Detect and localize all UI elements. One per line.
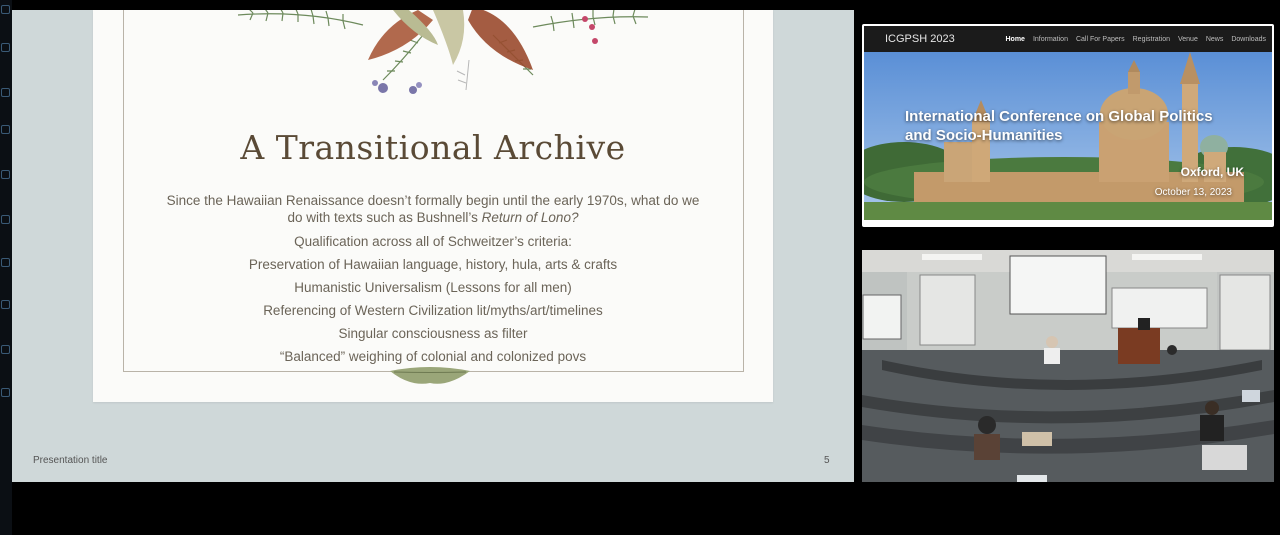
toolbar-icon[interactable] — [1, 170, 10, 179]
toolbar-icon[interactable] — [1, 88, 10, 97]
intro-line-1: Since the Hawaiian Renaissance doesn’t f… — [166, 193, 700, 208]
website-navbar: ICGPSH 2023 Home Information Call For Pa… — [864, 26, 1272, 52]
hero-title: International Conference on Global Polit… — [905, 108, 1213, 144]
conference-website-panel: ICGPSH 2023 Home Information Call For Pa… — [862, 24, 1274, 227]
slide-point: “Balanced” weighing of colonial and colo… — [279, 349, 587, 364]
nav-call-for-papers[interactable]: Call For Papers — [1076, 36, 1125, 43]
nav-venue[interactable]: Venue — [1178, 36, 1198, 43]
toolbar-icon[interactable] — [1, 215, 10, 224]
slide-page-number: 5 — [824, 455, 830, 466]
website-logo[interactable]: ICGPSH 2023 — [885, 33, 955, 45]
slide-footer-title: Presentation title — [33, 455, 108, 466]
slide-point: Referencing of Western Civilization lit/… — [263, 303, 603, 318]
floral-decoration-image — [237, 10, 649, 94]
intro-line-2: do with texts such as Bushnell’s — [287, 210, 482, 225]
toolbar-icon[interactable] — [1, 43, 10, 52]
nav-news[interactable]: News — [1206, 36, 1224, 43]
toolbar-icon[interactable] — [1, 125, 10, 134]
toolbar-icon[interactable] — [1, 5, 10, 14]
slide-point: Preservation of Hawaiian language, histo… — [248, 257, 618, 272]
slide-card: A Transitional Archive Since the Hawaiia… — [93, 10, 773, 402]
slide-title: A Transitional Archive — [240, 128, 626, 167]
left-toolbar-strip — [0, 0, 12, 535]
slide-point: Qualification across all of Schweitzer’s… — [294, 234, 572, 249]
hero-banner: International Conference on Global Polit… — [864, 52, 1272, 220]
toolbar-icon[interactable] — [1, 345, 10, 354]
leaf-ornament-icon — [390, 367, 470, 384]
classroom-video-feed — [862, 250, 1274, 482]
slide-point: Singular consciousness as filter — [338, 326, 528, 341]
slide-point: Humanistic Universalism (Lessons for all… — [294, 280, 572, 295]
hero-location: Oxford, UK — [1180, 165, 1244, 179]
toolbar-icon[interactable] — [1, 388, 10, 397]
website-menu: Home Information Call For Papers Registr… — [1006, 36, 1267, 43]
slide-body: Since the Hawaiian Renaissance doesn’t f… — [153, 192, 713, 371]
toolbar-icon[interactable] — [1, 300, 10, 309]
hero-date: October 13, 2023 — [1154, 187, 1232, 198]
book-title: Return of Lono? — [481, 210, 579, 225]
classroom-scene-image — [862, 250, 1274, 482]
nav-downloads[interactable]: Downloads — [1231, 36, 1266, 43]
slide-intro-paragraph: Since the Hawaiian Renaissance doesn’t f… — [153, 192, 713, 226]
nav-registration[interactable]: Registration — [1133, 36, 1170, 43]
nav-information[interactable]: Information — [1033, 36, 1068, 43]
nav-home[interactable]: Home — [1006, 36, 1025, 43]
presentation-slide-area: A Transitional Archive Since the Hawaiia… — [12, 10, 854, 482]
toolbar-icon[interactable] — [1, 258, 10, 267]
